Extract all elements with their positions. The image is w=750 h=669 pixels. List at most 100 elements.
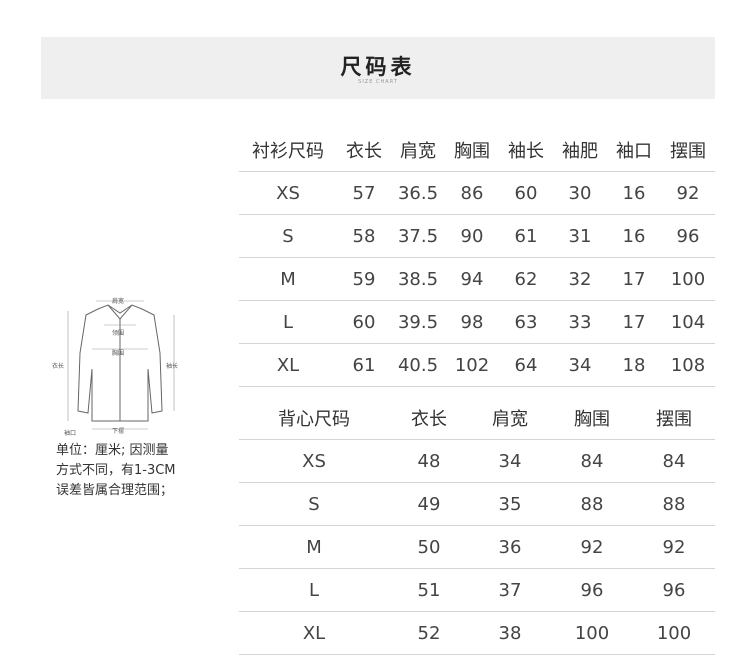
table-row: XL 61 40.5 102 64 34 18 108: [239, 343, 715, 387]
vest-value-cell: 37: [469, 568, 551, 612]
banner-title: 尺码表: [340, 55, 416, 79]
shirt-value-cell: 62: [499, 257, 553, 301]
shirt-value-cell: 102: [445, 343, 499, 387]
vest-value-cell: 36: [469, 525, 551, 569]
vest-value-cell: 49: [389, 482, 469, 526]
vest-value-cell: 100: [551, 611, 633, 655]
shirt-value-cell: 61: [499, 214, 553, 258]
shirt-value-cell: 100: [661, 257, 715, 301]
table-row: M 50 36 92 92: [239, 525, 715, 569]
shirt-value-cell: 31: [553, 214, 607, 258]
vest-value-cell: 38: [469, 611, 551, 655]
vest-value-cell: 92: [551, 525, 633, 569]
table-row: S 49 35 88 88: [239, 482, 715, 526]
shirt-column-header: 袖口: [607, 129, 661, 172]
table-row: S 58 37.5 90 61 31 16 96: [239, 214, 715, 258]
vest-column-header: 衣长: [389, 397, 469, 440]
vest-size-table: 背心尺码 衣长 肩宽 胸围 摆围 XS 48 34 84 84 S 49 35 88 88 M 50 36 92 92…: [239, 397, 715, 655]
shirt-column-header: 胸围: [445, 129, 499, 172]
shirt-value-cell: 63: [499, 300, 553, 344]
shirt-value-cell: 60: [499, 171, 553, 215]
shoulder-label: 肩宽: [112, 297, 124, 305]
vest-value-cell: 100: [633, 611, 715, 655]
shirt-column-header: 袖肥: [553, 129, 607, 172]
vest-size-cell: XL: [239, 611, 389, 655]
shirt-size-cell: XS: [239, 171, 337, 215]
vest-column-header: 背心尺码: [239, 397, 389, 440]
shirt-value-cell: 33: [553, 300, 607, 344]
table-row: M 59 38.5 94 62 32 17 100: [239, 257, 715, 301]
table-row: XS 48 34 84 84: [239, 439, 715, 483]
shirt-column-header: 摆围: [661, 129, 715, 172]
shirt-size-cell: XL: [239, 343, 337, 387]
table-row: L 60 39.5 98 63 33 17 104: [239, 300, 715, 344]
shirt-value-cell: 18: [607, 343, 661, 387]
vest-value-cell: 88: [633, 482, 715, 526]
shirt-value-cell: 92: [661, 171, 715, 215]
shirt-measurement-diagram: 肩宽 领围 胸围 衣长 袖长 下摆 袖口: [52, 297, 178, 437]
shirt-value-cell: 104: [661, 300, 715, 344]
vest-value-cell: 96: [551, 568, 633, 612]
cuff-label: 袖口: [64, 429, 76, 437]
vest-value-cell: 50: [389, 525, 469, 569]
vest-column-header: 胸围: [551, 397, 633, 440]
vest-value-cell: 96: [633, 568, 715, 612]
shirt-value-cell: 86: [445, 171, 499, 215]
shirt-value-cell: 34: [553, 343, 607, 387]
shirt-value-cell: 40.5: [391, 343, 445, 387]
vest-column-header: 肩宽: [469, 397, 551, 440]
table-row: XS 57 36.5 86 60 30 16 92: [239, 171, 715, 215]
table-row: XL 52 38 100 100: [239, 611, 715, 655]
table-row: L 51 37 96 96: [239, 568, 715, 612]
vest-value-cell: 84: [551, 439, 633, 483]
shirt-column-header: 袖长: [499, 129, 553, 172]
shirt-value-cell: 90: [445, 214, 499, 258]
shirt-value-cell: 32: [553, 257, 607, 301]
vest-header-row: 背心尺码 衣长 肩宽 胸围 摆围: [239, 397, 715, 440]
sleeve-label: 袖长: [166, 362, 178, 370]
measurement-note: 单位：厘米; 因测量 方式不同，有1-3CM 误差皆属合理范围；: [56, 441, 206, 501]
shirt-value-cell: 57: [337, 171, 391, 215]
banner-subtitle: SIZE CHART: [358, 79, 398, 85]
shirt-value-cell: 16: [607, 214, 661, 258]
length-label: 衣长: [52, 362, 64, 370]
shirt-size-cell: S: [239, 214, 337, 258]
hem-label: 下摆: [112, 427, 124, 435]
shirt-column-header: 衬衫尺码: [239, 129, 337, 172]
vest-size-cell: L: [239, 568, 389, 612]
chest-label: 胸围: [112, 349, 124, 357]
shirt-value-cell: 17: [607, 300, 661, 344]
shirt-value-cell: 59: [337, 257, 391, 301]
vest-value-cell: 52: [389, 611, 469, 655]
shirt-value-cell: 30: [553, 171, 607, 215]
shirt-column-header: 衣长: [337, 129, 391, 172]
vest-value-cell: 35: [469, 482, 551, 526]
shirt-value-cell: 94: [445, 257, 499, 301]
collar-label: 领围: [112, 329, 124, 337]
size-chart-banner: 尺码表 SIZE CHART: [41, 37, 715, 99]
note-line: 误差皆属合理范围；: [56, 483, 174, 498]
vest-value-cell: 84: [633, 439, 715, 483]
vest-size-cell: XS: [239, 439, 389, 483]
vest-column-header: 摆围: [633, 397, 715, 440]
shirt-header-row: 衬衫尺码 衣长 肩宽 胸围 袖长 袖肥 袖口 摆围: [239, 129, 715, 172]
shirt-size-cell: L: [239, 300, 337, 344]
shirt-value-cell: 37.5: [391, 214, 445, 258]
shirt-value-cell: 60: [337, 300, 391, 344]
shirt-value-cell: 58: [337, 214, 391, 258]
shirt-column-header: 肩宽: [391, 129, 445, 172]
note-line: 单位：厘米; 因测量: [56, 443, 169, 458]
vest-size-cell: S: [239, 482, 389, 526]
shirt-value-cell: 39.5: [391, 300, 445, 344]
shirt-value-cell: 17: [607, 257, 661, 301]
shirt-value-cell: 98: [445, 300, 499, 344]
vest-value-cell: 51: [389, 568, 469, 612]
shirt-size-cell: M: [239, 257, 337, 301]
shirt-size-table: 衬衫尺码 衣长 肩宽 胸围 袖长 袖肥 袖口 摆围 XS 57 36.5 86 60 30 16 92 S 58 3…: [239, 129, 715, 387]
shirt-value-cell: 36.5: [391, 171, 445, 215]
shirt-value-cell: 38.5: [391, 257, 445, 301]
vest-size-cell: M: [239, 525, 389, 569]
shirt-value-cell: 108: [661, 343, 715, 387]
shirt-value-cell: 61: [337, 343, 391, 387]
shirt-value-cell: 96: [661, 214, 715, 258]
